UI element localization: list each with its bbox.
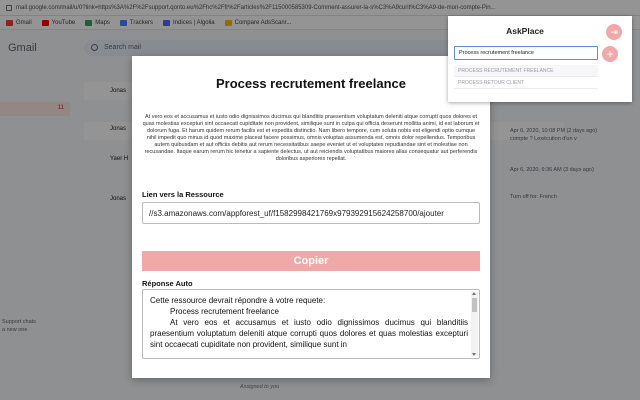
- scroll-down-arrow-icon[interactable]: [472, 353, 476, 356]
- scroll-thumb[interactable]: [472, 298, 477, 312]
- auto-reply-label: Réponse Auto: [142, 279, 193, 288]
- auto-reply-textarea[interactable]: Cette ressource devrait répondre à votre…: [142, 289, 480, 359]
- resource-link-field[interactable]: //s3.amazonaws.com/appforest_uf/f1582998…: [142, 202, 480, 224]
- logout-button[interactable]: ⇥: [606, 24, 622, 40]
- scroll-up-arrow-icon[interactable]: [472, 292, 476, 295]
- suggestion-item[interactable]: PROCESS RETOUR CLIENT: [454, 77, 598, 89]
- link-label: Lien vers la Ressource: [142, 190, 224, 199]
- popup-title: AskPlace: [506, 26, 544, 36]
- auto-reply-scrollbar[interactable]: [471, 292, 478, 356]
- copy-button[interactable]: Copier: [142, 251, 480, 271]
- modal-title: Process recrutement freelance: [215, 76, 407, 91]
- suggestion-item[interactable]: PROCESS RECRUTEMENT FREELANCE: [454, 65, 598, 77]
- resource-search-input[interactable]: Process recrutement freelance: [454, 46, 598, 60]
- resource-description: At vero eos et accusamus et iusto odio d…: [142, 114, 480, 162]
- exit-icon: ⇥: [610, 27, 618, 37]
- plus-icon: +: [606, 47, 614, 61]
- askplace-popup: AskPlace ⇥ Process recrutement freelance…: [448, 16, 632, 102]
- add-resource-button[interactable]: +: [602, 46, 618, 62]
- resource-modal: Process recrutement freelance At vero eo…: [132, 56, 490, 378]
